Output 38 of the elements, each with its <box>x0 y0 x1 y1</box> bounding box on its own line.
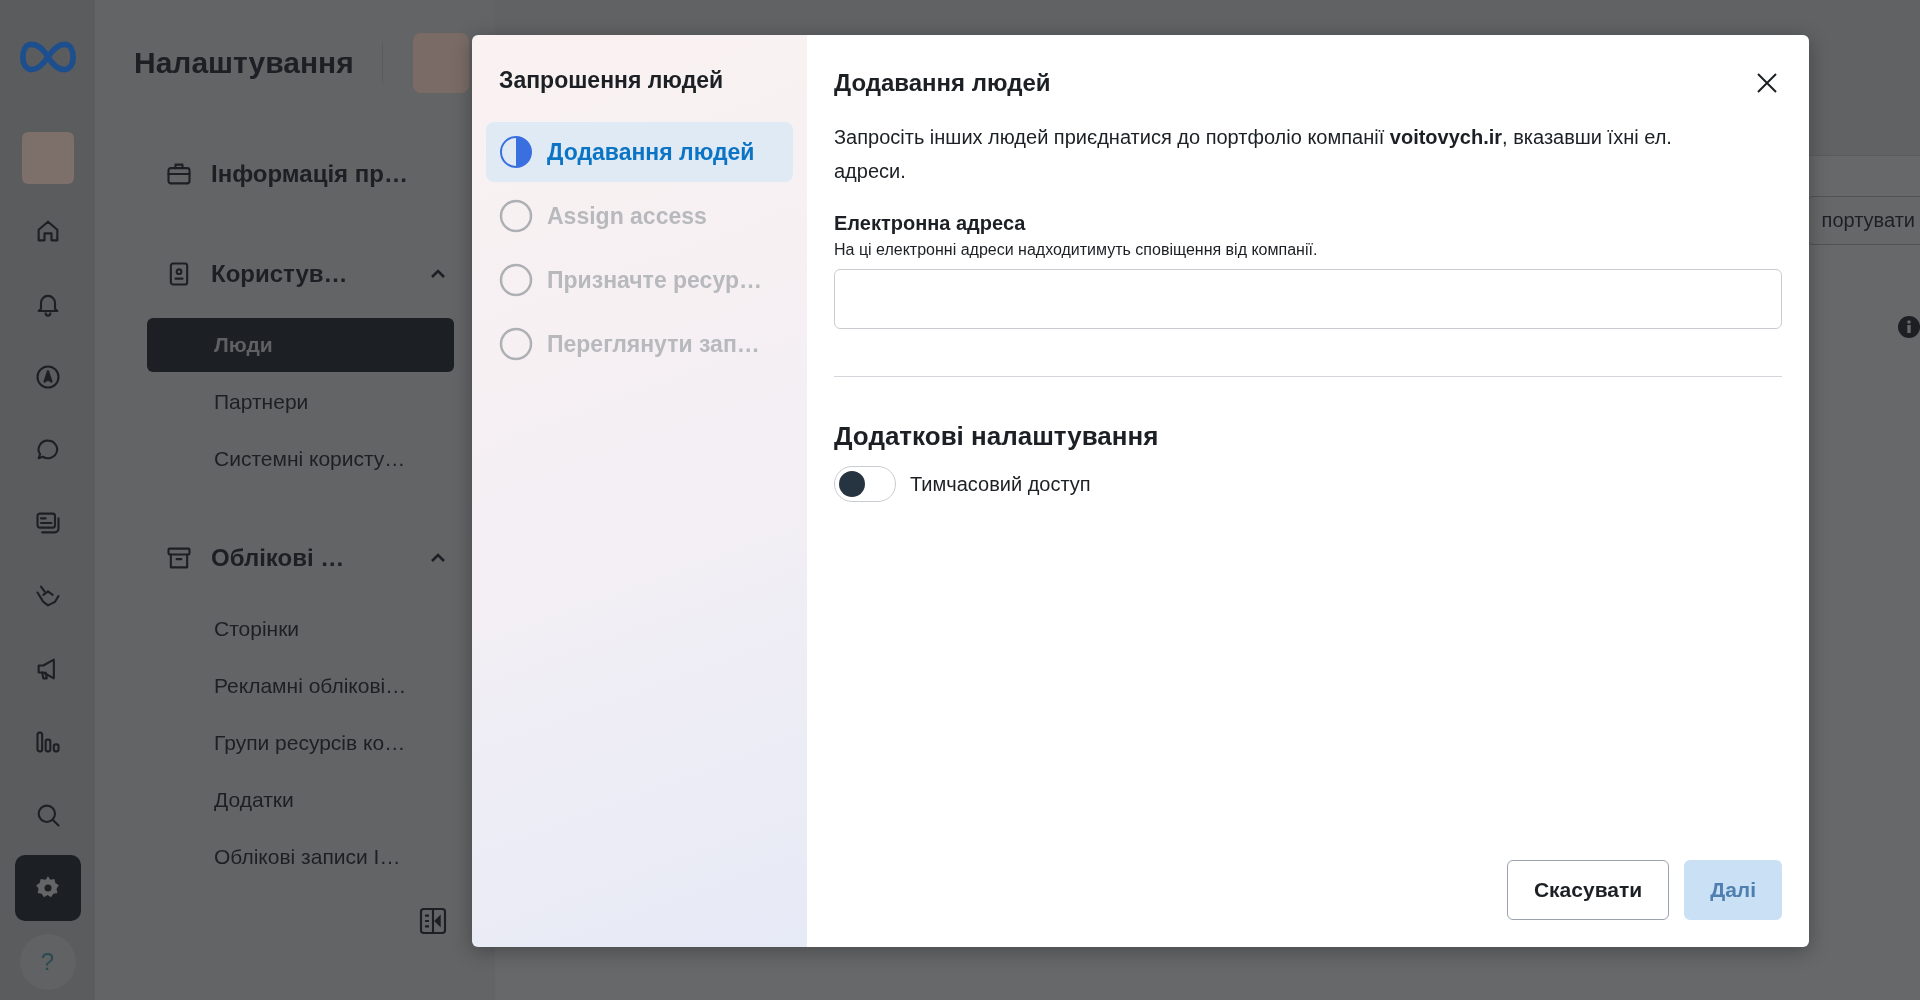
nav-button[interactable] <box>14 855 81 921</box>
sidebar-item[interactable]: Люди <box>147 318 454 372</box>
chevron-up-icon[interactable] <box>429 552 447 564</box>
help-button[interactable]: ? <box>19 934 76 990</box>
chevron-up-icon[interactable] <box>429 268 447 280</box>
section-heading: Додаткові налаштування <box>834 421 1160 452</box>
wizard-step[interactable]: Переглянути зап… <box>486 314 793 374</box>
email-input-field[interactable] <box>834 269 1782 329</box>
export-button[interactable]: портувати <box>1806 196 1920 245</box>
cancel-button[interactable]: Скасувати <box>1506 860 1670 920</box>
sidebar-item[interactable]: Партнери <box>147 375 454 429</box>
empty-circle-icon <box>499 327 533 361</box>
half-circle-icon <box>499 135 533 169</box>
toggle-label: Тимчасовий доступ <box>910 472 1091 496</box>
sidebar-section[interactable]: Інформація пр… <box>211 157 408 191</box>
wizard-step[interactable]: Призначте ресур… <box>486 250 793 310</box>
compass-icon <box>33 363 62 391</box>
empty-circle-icon <box>499 199 533 233</box>
sidebar-toggle-icon[interactable] <box>417 905 449 937</box>
sidebar-item[interactable]: Групи ресурсів ко… <box>147 716 454 770</box>
field-label: Електронна адреса <box>834 212 1027 235</box>
dialog-description: Запросіть інших людей приєднатися до портфоліо компанії voitovych.ir, вказавши їхні ел. адреси. <box>834 125 1673 184</box>
avatar-photo <box>21 132 74 184</box>
empty-circle-icon <box>499 263 533 297</box>
dialog-title: Додавання людей <box>834 69 1051 97</box>
sidebar-item[interactable]: Рекламні облікові… <box>147 659 454 713</box>
field-hint: На ці електронні адреси надходитимуть сповіщення від компанії. <box>834 241 1319 259</box>
sidebar-item[interactable]: Системні користу… <box>147 432 454 486</box>
page-title: Налаштування <box>134 46 354 80</box>
sidebar-item[interactable]: Облікові записи I… <box>147 830 454 884</box>
sidebar-section[interactable]: Облікові … <box>211 541 345 575</box>
wizard-title: Запрошення людей <box>498 67 725 94</box>
wizard-step[interactable]: Assign access <box>486 186 793 246</box>
sidebar-item[interactable]: Сторінки <box>147 602 454 656</box>
toggle-switch[interactable] <box>834 466 896 502</box>
sidebar-item[interactable]: Додатки <box>147 773 454 827</box>
sidebar-section[interactable]: Користув… <box>211 257 348 291</box>
wizard-step[interactable]: Додавання людей <box>486 122 793 182</box>
